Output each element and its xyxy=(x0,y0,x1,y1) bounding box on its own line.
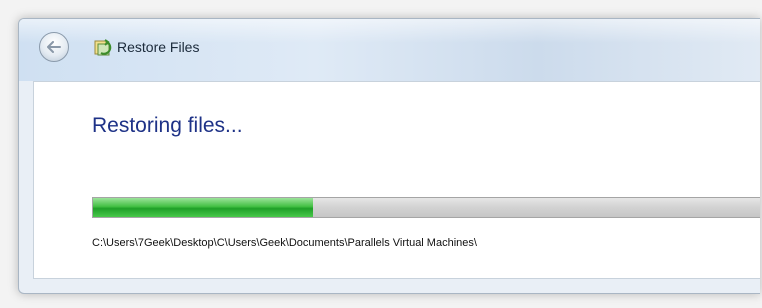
title-bar: Restore Files xyxy=(19,19,760,81)
restore-progress-bar xyxy=(92,197,760,218)
restore-files-icon xyxy=(94,39,112,56)
progress-fill xyxy=(93,198,314,217)
back-button[interactable] xyxy=(39,32,69,62)
window-title: Restore Files xyxy=(117,39,200,55)
back-arrow-icon xyxy=(47,41,61,53)
content-panel: Restoring files... C:\Users\7Geek\Deskto… xyxy=(33,81,760,279)
restoring-heading: Restoring files... xyxy=(92,114,243,137)
restore-files-window: Restore Files Restoring files... C:\User… xyxy=(18,18,760,294)
current-file-path: C:\Users\7Geek\Desktop\C\Users\Geek\Docu… xyxy=(92,237,477,249)
